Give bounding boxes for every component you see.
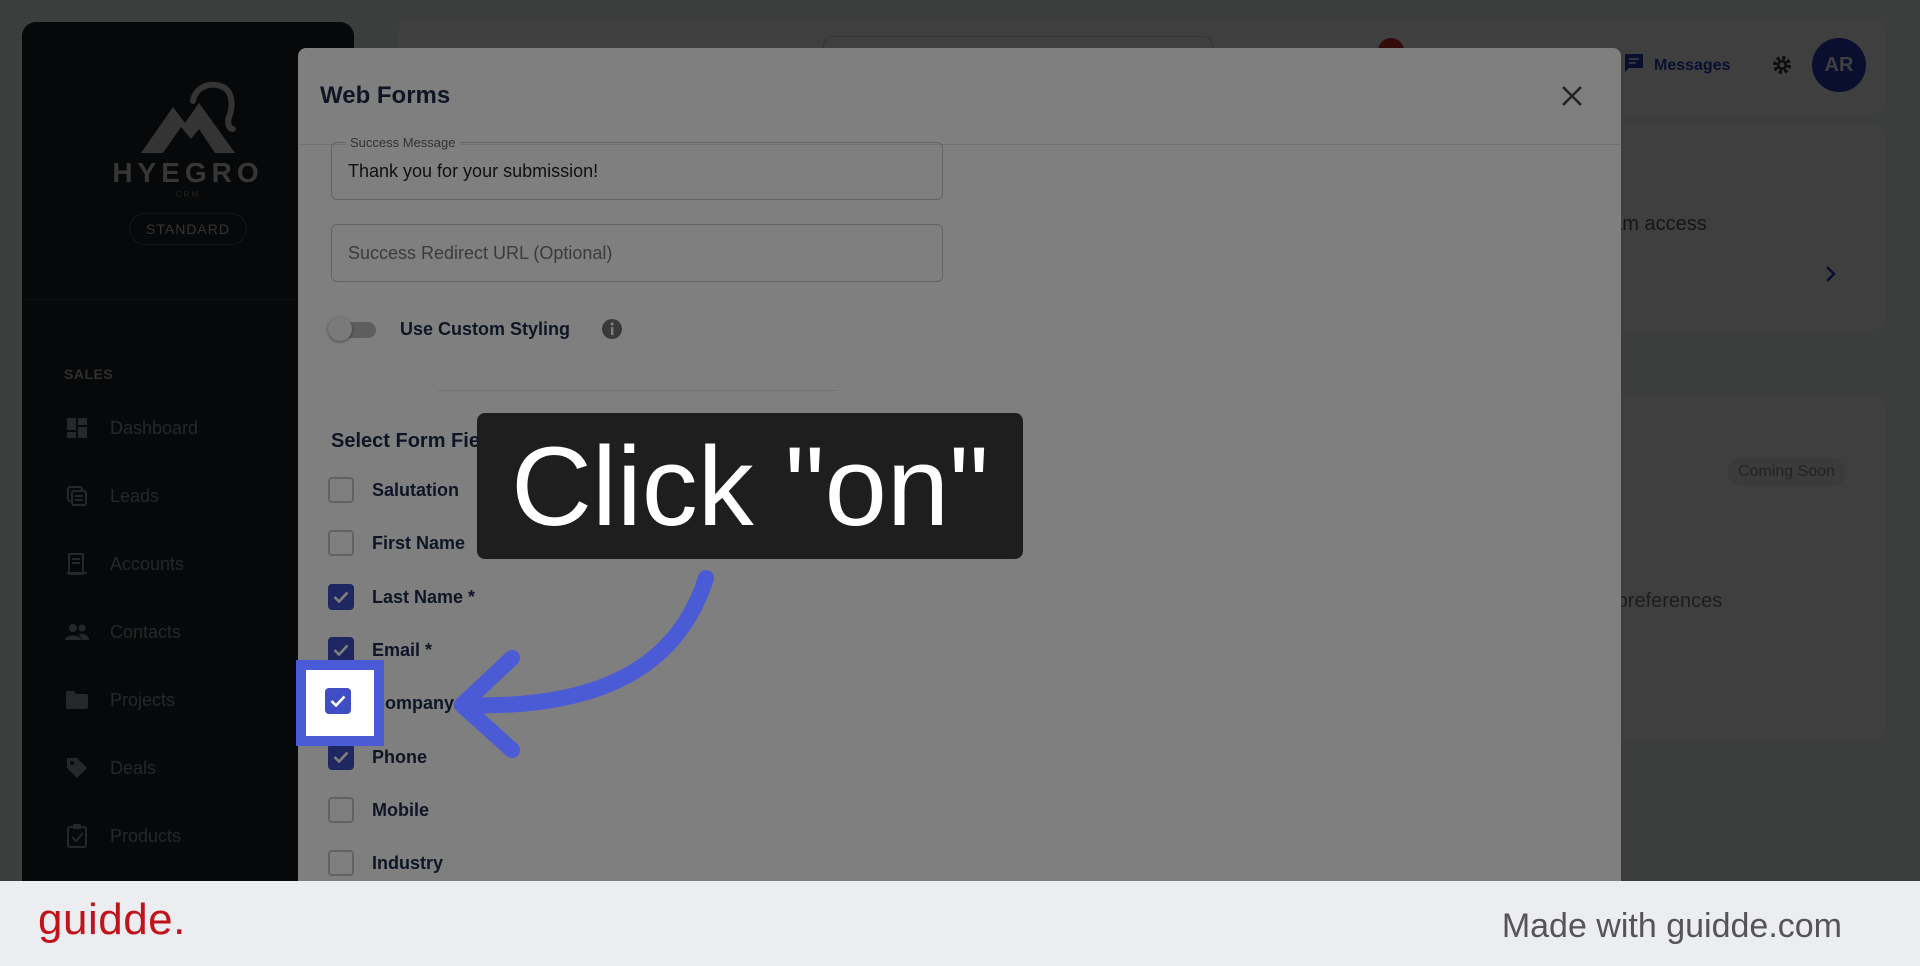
footer-bar: guidde. Made with guidde.com: [0, 881, 1920, 966]
guidde-logo: guidde.: [38, 895, 186, 944]
made-with-text: Made with guidde.com: [1501, 907, 1842, 945]
instruction-tooltip: Click "on": [477, 413, 1023, 559]
